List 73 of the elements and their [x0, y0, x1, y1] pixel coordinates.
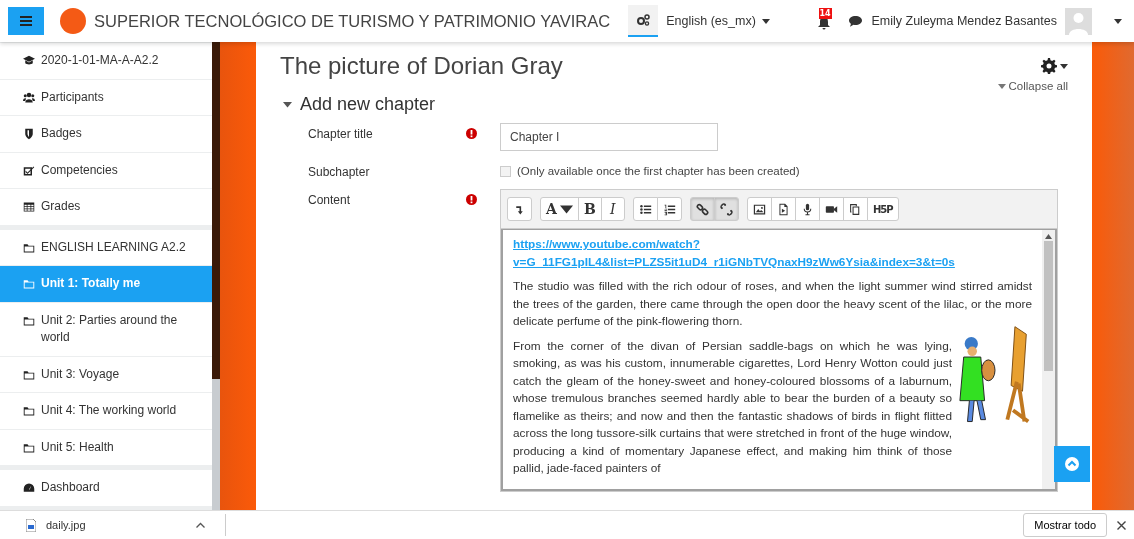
caret-icon — [1060, 63, 1068, 69]
shield-icon — [23, 128, 35, 140]
chapter-title-field[interactable]: Chapter I — [500, 123, 718, 151]
caret-icon — [997, 83, 1006, 89]
notification-badge: 14 — [818, 8, 832, 19]
file-icon — [776, 202, 790, 216]
language-menu[interactable]: English (es_mx) — [666, 14, 770, 28]
folder-icon — [23, 278, 35, 290]
settings-menu-button[interactable] — [1041, 58, 1068, 74]
field-label: Subchapter — [308, 164, 371, 179]
unlink-button[interactable] — [713, 197, 739, 221]
video-button[interactable] — [818, 197, 844, 221]
folder-icon — [23, 241, 35, 254]
folder-icon — [23, 368, 35, 381]
scroll-up-icon[interactable] — [1045, 234, 1052, 239]
folder-icon — [23, 314, 35, 327]
microphone-button[interactable] — [794, 197, 820, 221]
media-button[interactable] — [770, 197, 796, 221]
collapse-button[interactable] — [507, 197, 532, 221]
users-icon — [23, 91, 35, 104]
arrow-up-icon — [1065, 457, 1079, 471]
font-button[interactable]: A — [540, 197, 579, 221]
file-icon — [26, 518, 36, 532]
italic-button[interactable]: I — [600, 197, 625, 221]
copy-icon — [848, 202, 862, 216]
field-label: Chapter title — [308, 126, 374, 141]
close-button[interactable] — [1117, 520, 1126, 530]
paragraph: From the corner of the divan of Persian saddle-bags on which he was lying, smoking, as was his custom, innumerable cigarettes, Lord Henry Wotton could just catch the gleam of the honey-sweet and honey-coloured blossoms of a laburnum, whose tremulous branches seemed hardly able to bear the burden of a beauty so flamelike as theirs; and now and then the fantastic shadows of birds in flight flitted across the long tussore-silk curtains that were stretched in front of the huge window, producing a kind of momentary Japanese effect, and making him think of those pallid, jade-faced painters of — [513, 337, 952, 477]
caret-icon — [283, 100, 292, 109]
chevron-up-icon[interactable] — [196, 522, 205, 528]
unlink-icon — [719, 202, 733, 216]
scrollbar[interactable] — [1042, 230, 1055, 489]
bullets-button[interactable] — [632, 197, 658, 221]
folder-icon — [23, 441, 35, 454]
settings-icon — [1041, 58, 1057, 74]
image-icon — [752, 202, 766, 216]
user-menu-caret-icon — [1114, 18, 1122, 24]
menu-icon — [20, 16, 32, 26]
menu-button[interactable] — [8, 7, 44, 35]
paragraph: The studio was filled with the rich odour of roses, and when the light summer wind stirred amidst the trees of the garden, there came through the open door the heavy scent of the lilac, or the more delicate perfume of the pink-flowering thorn. — [513, 278, 1032, 330]
logo-icon — [60, 8, 86, 34]
caret-icon — [761, 18, 770, 24]
image-button[interactable] — [746, 197, 772, 221]
checkbox-icon — [23, 164, 35, 177]
scrollbar-thumb[interactable] — [1044, 241, 1053, 371]
back-to-top-button[interactable] — [1054, 446, 1090, 482]
site-name[interactable]: SUPERIOR TECNOLÓGICO DE TURISMO Y PATRIMONIO YAVIRAC — [94, 11, 611, 31]
settings-button[interactable] — [628, 5, 659, 37]
numbered-list-icon — [662, 202, 676, 216]
gears-icon — [636, 14, 650, 26]
copy-button[interactable] — [842, 197, 868, 221]
checkbox-label: (Only available once the first chapter has been created) — [517, 165, 800, 177]
bullet-list-icon — [638, 202, 652, 216]
folder-icon — [23, 405, 35, 417]
table-icon — [23, 201, 35, 213]
graduation-cap-icon — [23, 55, 35, 67]
section-header[interactable]: Add new chapter — [283, 94, 1068, 115]
h5p-button[interactable]: H5P — [866, 197, 899, 221]
gauge-icon — [23, 482, 35, 494]
user-name[interactable]: Emily Zuleyma Mendez Basantes — [871, 14, 1057, 28]
link-icon — [695, 202, 709, 216]
show-all-button[interactable]: Mostrar todo — [1023, 513, 1107, 537]
bold-button[interactable]: B — [577, 197, 602, 221]
numbers-button[interactable] — [656, 197, 682, 221]
caret-icon — [559, 202, 573, 216]
collapse-all-link[interactable]: Collapse all — [997, 80, 1068, 92]
link-button[interactable] — [689, 197, 715, 221]
field-label: Content — [308, 192, 352, 207]
page-title: The picture of Dorian Gray — [280, 52, 563, 80]
download-item[interactable]: daily.jpg — [26, 518, 196, 532]
chat-icon[interactable] — [848, 15, 862, 27]
close-icon — [1117, 520, 1126, 530]
scrollbar[interactable] — [212, 42, 220, 510]
